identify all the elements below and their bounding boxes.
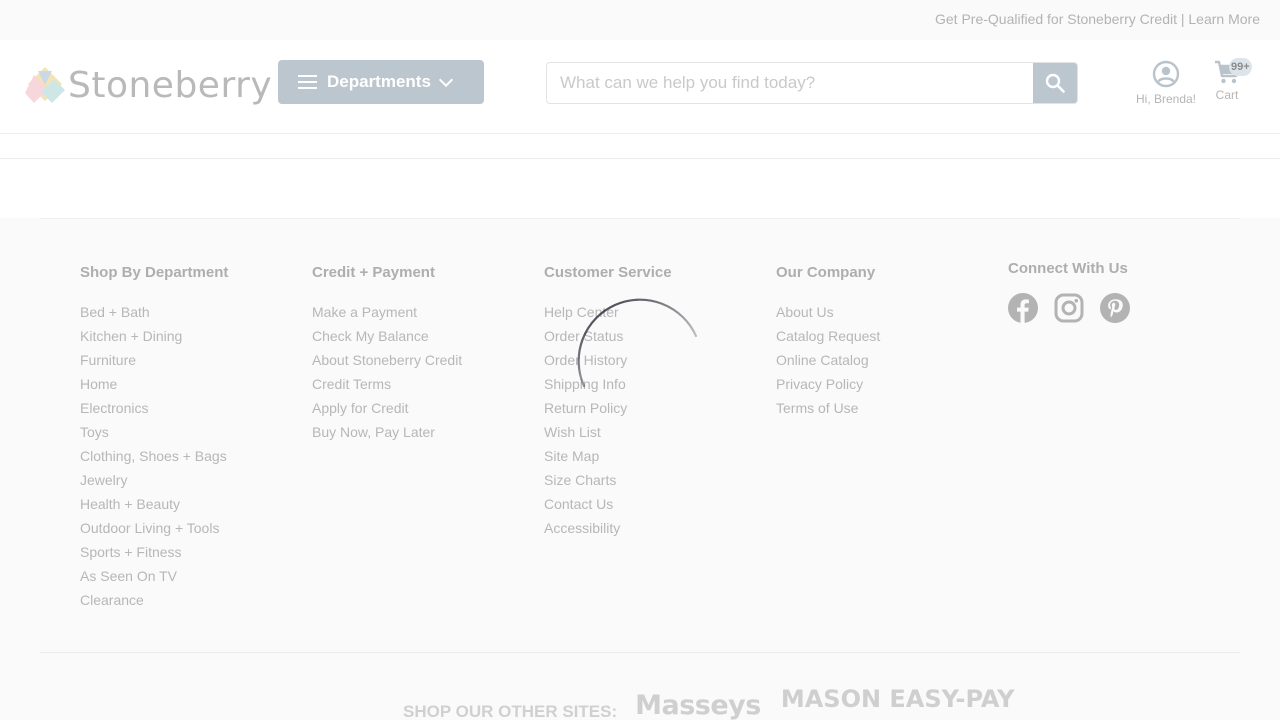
footer-link[interactable]: Health + Beauty — [80, 496, 228, 520]
footer-link[interactable]: Home — [80, 376, 228, 400]
footer-column-title: Credit + Payment — [312, 264, 435, 281]
footer-link[interactable]: Apply for Credit — [312, 400, 462, 424]
footer-divider-top — [40, 218, 1240, 219]
footer-link[interactable]: Wish List — [544, 424, 672, 448]
chevron-down-icon — [438, 72, 453, 87]
footer-link[interactable]: Online Catalog — [776, 352, 880, 376]
footer-link[interactable]: Check My Balance — [312, 328, 462, 352]
footer-column-our-company: Our Company About Us Catalog Request Onl… — [776, 264, 880, 424]
search-icon — [1045, 73, 1065, 93]
footer-column-shop-by-department: Shop By Department Bed + Bath Kitchen + … — [80, 264, 228, 616]
stoneberry-logo[interactable]: Stoneberry — [24, 64, 272, 108]
promo-bar: Get Pre-Qualified for Stoneberry Credit … — [0, 0, 1280, 40]
footer-link[interactable]: Furniture — [80, 352, 228, 376]
footer-link[interactable]: Terms of Use — [776, 400, 880, 424]
cart-label: Cart — [1215, 88, 1239, 102]
site-header: Stoneberry Departments Hi, Brenda! — [0, 40, 1280, 134]
footer-link[interactable]: About Stoneberry Credit — [312, 352, 462, 376]
facebook-icon[interactable] — [1008, 293, 1038, 323]
social-title: Connect With Us — [1008, 260, 1128, 277]
footer-link[interactable]: Clothing, Shoes + Bags — [80, 448, 228, 472]
mason-easy-pay-logo-link[interactable]: MASON EASY-PAY — [781, 687, 1015, 711]
footer-link[interactable]: Outdoor Living + Tools — [80, 520, 228, 544]
footer-link[interactable]: As Seen On TV — [80, 568, 228, 592]
credit-promo-link[interactable]: Get Pre-Qualified for Stoneberry Credit … — [935, 11, 1260, 27]
footer-link[interactable]: Credit Terms — [312, 376, 462, 400]
footer-column-credit-payment: Credit + Payment Make a Payment Check My… — [312, 264, 462, 448]
site-footer: Shop By Department Bed + Bath Kitchen + … — [0, 218, 1280, 722]
loading-spinner — [576, 296, 700, 420]
cart-count-badge: 99+ — [1229, 58, 1252, 76]
departments-button[interactable]: Departments — [278, 60, 484, 104]
search-bar — [546, 62, 1078, 104]
category-nav-strip — [0, 134, 1280, 159]
footer-link[interactable]: Accessibility — [544, 520, 672, 544]
footer-column-title: Our Company — [776, 264, 876, 281]
masseys-logo-link[interactable]: Masseys — [635, 690, 761, 721]
footer-link[interactable]: Electronics — [80, 400, 228, 424]
other-sites: SHOP OUR OTHER SITES: Masseys MASON EASY… — [403, 687, 1015, 722]
footer-link[interactable]: Site Map — [544, 448, 672, 472]
logo-wordmark: Stoneberry — [68, 65, 273, 106]
logo-mark-icon — [25, 67, 65, 103]
social-links: Connect With Us — [1008, 260, 1130, 323]
cart-button[interactable]: 99+ Cart — [1207, 58, 1252, 102]
footer-link[interactable]: Contact Us — [544, 496, 672, 520]
search-button[interactable] — [1033, 63, 1077, 103]
account-greeting: Hi, Brenda! — [1135, 92, 1197, 106]
account-icon — [1152, 60, 1180, 88]
footer-link[interactable]: Toys — [80, 424, 228, 448]
footer-link[interactable]: Kitchen + Dining — [80, 328, 228, 352]
footer-link[interactable]: Catalog Request — [776, 328, 880, 352]
footer-link[interactable]: Privacy Policy — [776, 376, 880, 400]
departments-label: Departments — [327, 72, 431, 91]
other-sites-label: SHOP OUR OTHER SITES: — [403, 702, 618, 721]
footer-link[interactable]: Make a Payment — [312, 304, 462, 328]
footer-link[interactable]: Jewelry — [80, 472, 228, 496]
footer-column-title: Customer Service — [544, 264, 672, 281]
footer-link[interactable]: Size Charts — [544, 472, 672, 496]
footer-link[interactable]: Sports + Fitness — [80, 544, 228, 568]
pinterest-icon[interactable] — [1100, 293, 1130, 323]
instagram-icon[interactable] — [1054, 293, 1084, 323]
footer-link[interactable]: Bed + Bath — [80, 304, 228, 328]
footer-link[interactable]: Clearance — [80, 592, 228, 616]
account-menu[interactable]: Hi, Brenda! — [1130, 60, 1202, 106]
footer-column-title: Shop By Department — [80, 264, 229, 281]
footer-link[interactable]: Buy Now, Pay Later — [312, 424, 462, 448]
menu-icon — [298, 75, 317, 89]
footer-divider-bottom — [40, 652, 1240, 653]
footer-link[interactable]: About Us — [776, 304, 880, 328]
search-input[interactable] — [547, 63, 1035, 103]
